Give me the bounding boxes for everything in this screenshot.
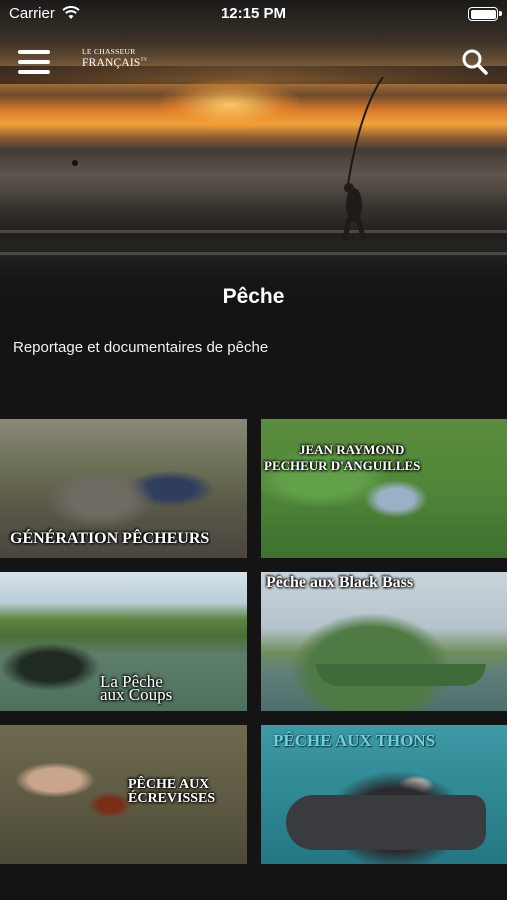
boat-shape <box>316 664 486 686</box>
video-caption-line1: JEAN RAYMOND <box>299 442 405 457</box>
hamburger-menu-icon <box>18 60 50 64</box>
video-tile-peche-aux-thons[interactable]: PÊCHE AUX THONS <box>261 725 507 864</box>
battery-icon <box>468 7 502 21</box>
app-logo[interactable]: LE CHASSEUR FRANÇAISTV <box>82 47 147 76</box>
dinghy-shape <box>286 795 486 850</box>
page-title: Pêche <box>222 285 285 308</box>
video-caption-line2: aux Coups <box>100 685 173 704</box>
status-time: 12:15 PM <box>220 5 287 22</box>
menu-button[interactable] <box>18 48 52 76</box>
video-caption: PÊCHE AUX THONS <box>273 731 436 750</box>
video-caption-line2: PECHEUR D'ANGUILLES <box>264 458 421 473</box>
video-tile-black-bass[interactable]: Pêche aux Black Bass <box>261 572 507 711</box>
logo-line1: LE CHASSEUR <box>82 47 136 56</box>
video-caption: GÉNÉRATION PÊCHEURS <box>10 530 210 547</box>
hamburger-menu-icon <box>18 50 50 54</box>
battery-level-fill <box>470 9 496 19</box>
fisherman-silhouette <box>72 76 384 241</box>
search-button[interactable] <box>461 48 489 76</box>
search-icon <box>462 49 488 75</box>
logo-brand: FRANÇAIS <box>82 56 141 69</box>
logo-line2: FRANÇAISTV <box>82 56 147 70</box>
status-bar: Carrier 12:15 PM <box>0 0 507 28</box>
video-caption: Pêche aux Black Bass <box>266 574 414 591</box>
video-tile-ecrevisses[interactable]: PÊCHE AUX ÉCREVISSES <box>0 725 247 864</box>
video-tile-peche-aux-coups[interactable]: La Pêche aux Coups <box>0 572 247 711</box>
hamburger-menu-icon <box>18 70 50 74</box>
video-tile-jean-raymond[interactable]: JEAN RAYMOND PECHEUR D'ANGUILLES <box>261 419 507 558</box>
hero-banner <box>0 0 507 320</box>
video-tile-generation-pecheurs[interactable]: GÉNÉRATION PÊCHEURS <box>0 419 247 558</box>
logo-suffix: TV <box>140 57 148 63</box>
page-description: Reportage et documentaires de pêche <box>13 339 269 356</box>
video-caption-line2: ÉCREVISSES <box>128 791 216 806</box>
